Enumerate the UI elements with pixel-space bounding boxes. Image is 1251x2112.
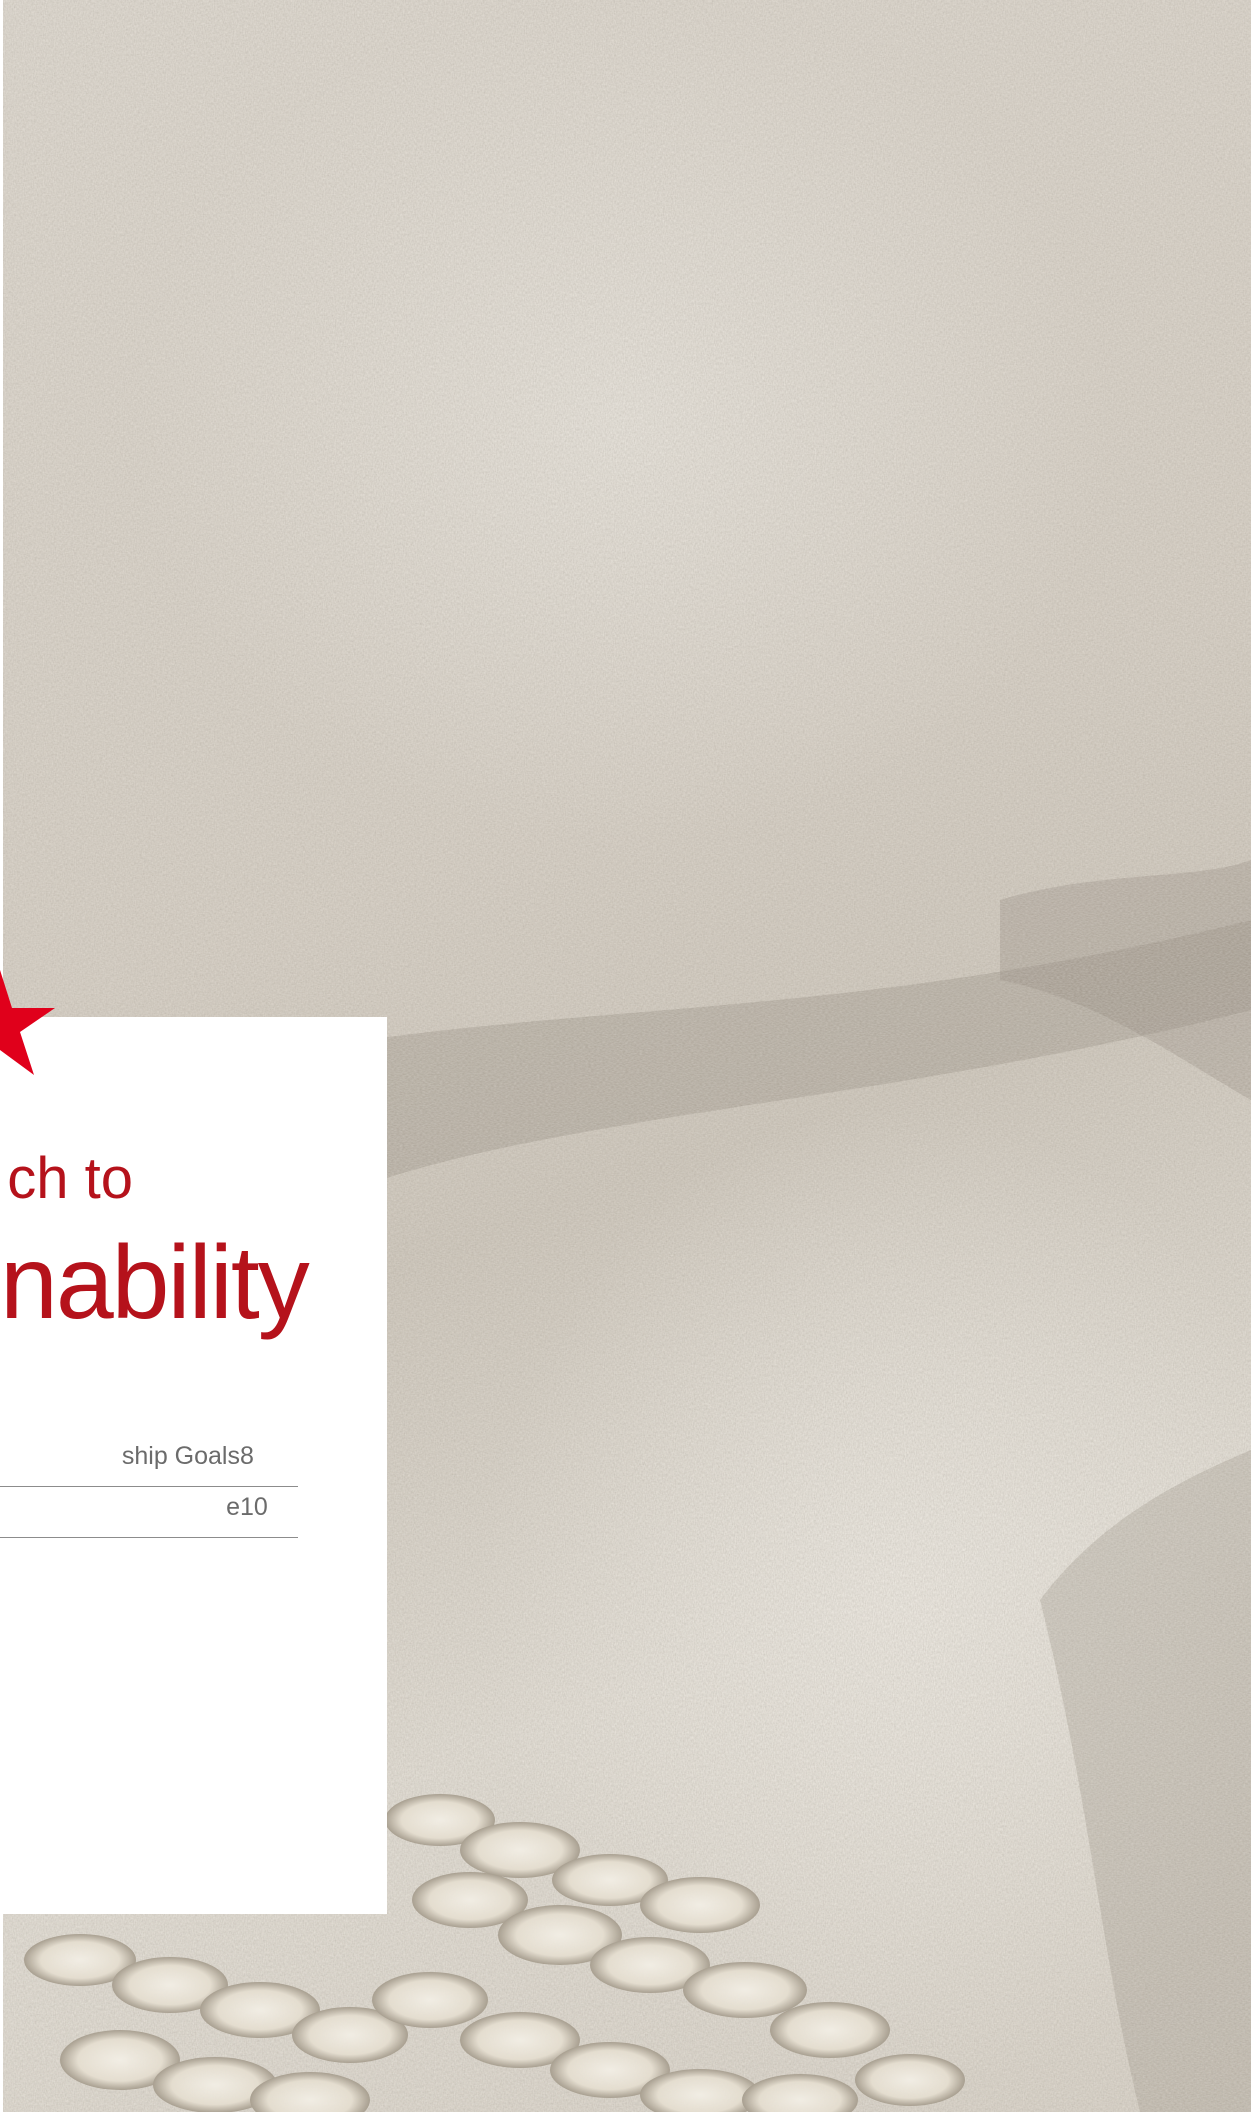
toc-label: e [226,1493,240,1521]
toc-row[interactable]: e 10 [0,1487,298,1538]
toc-page-number: 10 [240,1493,268,1521]
heading-line-1: ch to [7,1146,133,1211]
heading-line-2: nability [0,1225,310,1341]
toc-label: ship Goals [121,1442,240,1470]
toc-page-number: 8 [240,1442,254,1470]
red-star-icon [0,970,55,1075]
toc-row[interactable]: ship Goals 8 [0,1436,298,1487]
table-of-contents: ship Goals 8 e 10 [0,1436,298,1538]
